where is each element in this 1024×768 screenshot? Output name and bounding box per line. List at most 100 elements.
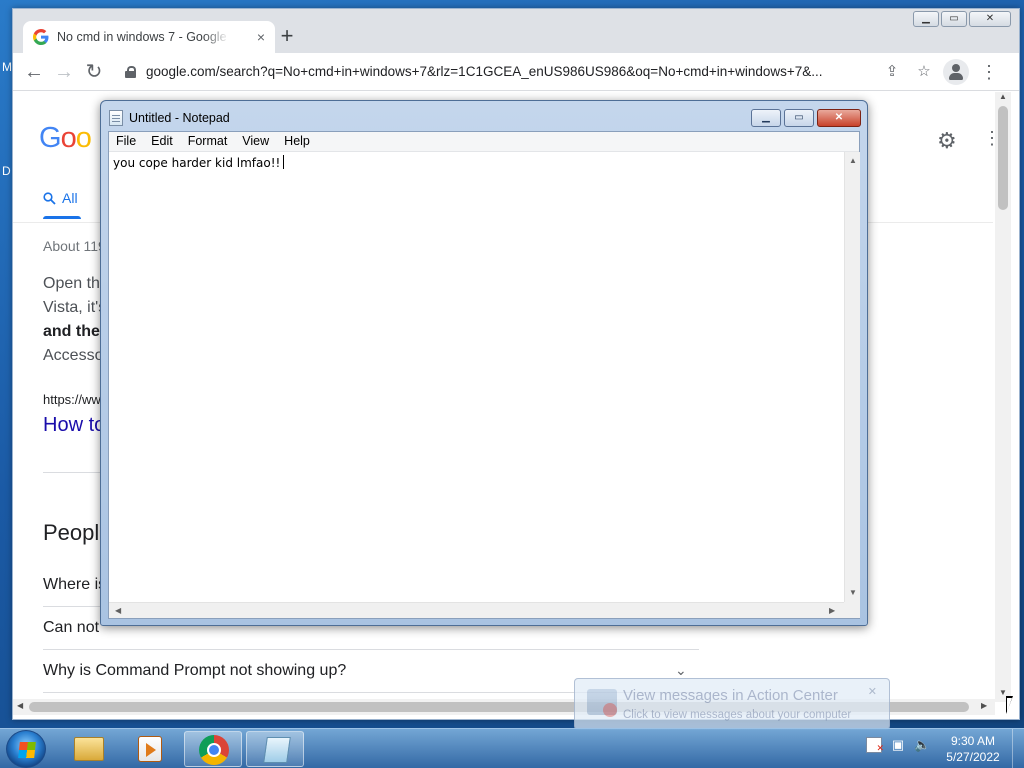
scroll-right-arrow-icon[interactable]: ▶ <box>981 701 987 710</box>
active-tab-indicator <box>43 216 81 219</box>
notepad-text-area[interactable]: you cope harder kid lmfao!! <box>109 152 844 602</box>
menu-edit[interactable]: Edit <box>144 132 181 151</box>
clock-date: 5/27/2022 <box>946 750 1000 764</box>
notepad-app-icon[interactable] <box>109 110 123 126</box>
settings-gear-icon[interactable]: ⚙ <box>937 128 957 154</box>
taskbar-explorer[interactable] <box>60 731 118 767</box>
action-center-flag-icon[interactable] <box>866 737 884 756</box>
notepad-text: you cope harder kid lmfao!! <box>113 156 281 170</box>
google-apps-icon[interactable]: ⋮ <box>983 128 993 149</box>
notepad-window[interactable]: Untitled - Notepad ▁ ▭ ✕ File Edit Forma… <box>100 100 868 626</box>
snippet-line: Accesso <box>43 347 104 364</box>
snippet-bold-line: and ther <box>43 323 107 340</box>
desktop-icon-label[interactable]: D <box>2 164 11 178</box>
chevron-down-icon[interactable]: ⌄ <box>675 662 687 679</box>
menu-format[interactable]: Format <box>181 132 236 151</box>
notepad-vertical-scrollbar[interactable]: ▲ ▼ <box>844 152 860 602</box>
page-vertical-scrollbar[interactable]: ▲ ▼ <box>995 92 1011 702</box>
logo-letter: G <box>39 122 62 154</box>
volume-icon[interactable]: 🔈 <box>914 737 930 753</box>
tab-title: No cmd in windows 7 - Google Search <box>57 30 229 44</box>
back-button[interactable]: ← <box>19 57 49 87</box>
notepad-title: Untitled - Notepad <box>129 111 230 125</box>
taskbar-media-player[interactable] <box>120 731 178 767</box>
minimize-button[interactable]: ▁ <box>913 11 939 27</box>
system-tray: ▣ 🔈 <box>866 737 930 756</box>
logo-letter: o <box>75 122 92 154</box>
paa-question[interactable]: Why is Command Prompt not showing up? <box>43 662 346 680</box>
paa-question[interactable]: Where is <box>43 576 106 594</box>
snippet-line: Vista, it's <box>43 299 107 316</box>
logo-letter: o <box>60 122 77 154</box>
address-bar[interactable]: google.com/search?q=No+cmd+in+windows+7&… <box>115 56 875 87</box>
warning-badge-icon <box>603 703 617 717</box>
paa-question[interactable]: Can not <box>43 619 99 637</box>
chrome-window-controls: ▁ ▭ ✕ <box>913 11 1011 27</box>
featured-snippet: Open th Vista, it's and ther Accesso <box>43 272 106 368</box>
chrome-menu-icon[interactable]: ⋮ <box>979 59 999 85</box>
reload-button[interactable]: ↻ <box>79 57 109 87</box>
profile-avatar-icon[interactable] <box>943 58 969 85</box>
chrome-tab-strip: No cmd in windows 7 - Google Search × + … <box>13 9 1019 53</box>
notepad-menubar: File Edit Format View Help <box>109 132 859 152</box>
browser-toolbar: ← → ↻ google.com/search?q=No+cmd+in+wind… <box>13 53 1019 91</box>
clock[interactable]: 9:30 AM 5/27/2022 <box>938 733 1008 765</box>
maximize-button[interactable]: ▭ <box>784 109 814 127</box>
show-desktop-button[interactable] <box>1012 729 1024 768</box>
browser-tab[interactable]: No cmd in windows 7 - Google Search × <box>23 21 275 53</box>
snippet-line: Open th <box>43 275 100 292</box>
toast-close-icon[interactable]: ✕ <box>868 685 877 698</box>
scroll-left-arrow-icon[interactable]: ◀ <box>115 606 121 615</box>
desktop-icon-label[interactable]: M <box>2 60 12 74</box>
menu-help[interactable]: Help <box>277 132 318 151</box>
taskbar-notepad[interactable] <box>246 731 304 767</box>
lock-icon[interactable] <box>125 65 136 78</box>
text-caret <box>283 155 285 169</box>
menu-file[interactable]: File <box>109 132 144 151</box>
tab-all[interactable]: All <box>43 190 78 206</box>
result-url[interactable]: https://ww <box>43 392 101 407</box>
scroll-left-arrow-icon[interactable]: ◀ <box>17 701 23 710</box>
clock-time: 9:30 AM <box>950 734 996 748</box>
share-icon[interactable]: ⇪ <box>881 61 903 83</box>
notepad-client-area: File Edit Format View Help you cope hard… <box>108 131 860 619</box>
close-button[interactable]: ✕ <box>817 109 861 127</box>
tab-all-label: All <box>62 190 78 206</box>
close-button[interactable]: ✕ <box>969 11 1011 27</box>
network-icon[interactable]: ▣ <box>890 737 906 753</box>
scroll-up-arrow-icon[interactable]: ▲ <box>849 156 857 165</box>
maximize-button[interactable]: ▭ <box>941 11 967 27</box>
scroll-right-arrow-icon[interactable]: ▶ <box>829 606 835 615</box>
notepad-titlebar[interactable]: Untitled - Notepad <box>109 110 230 126</box>
taskbar: ▣ 🔈 9:30 AM 5/27/2022 <box>0 728 1024 768</box>
scrollbar-thumb[interactable] <box>998 106 1008 210</box>
toast-title: View messages in Action Center <box>623 687 838 704</box>
tab-close-icon[interactable]: × <box>257 29 265 45</box>
bookmark-star-icon[interactable]: ☆ <box>913 61 935 83</box>
google-logo[interactable]: Goo <box>39 122 92 155</box>
result-stats: About 119 <box>43 238 106 254</box>
result-title-link[interactable]: How to <box>43 414 105 437</box>
menu-view[interactable]: View <box>235 132 277 151</box>
scroll-up-arrow-icon[interactable]: ▲ <box>995 92 1011 104</box>
toast-subtitle: Click to view messages about your comput… <box>623 709 852 721</box>
divider <box>43 649 699 650</box>
taskbar-chrome[interactable] <box>184 731 242 767</box>
new-tab-button[interactable]: + <box>275 25 299 49</box>
notepad-window-controls: ▁ ▭ ✕ <box>751 109 861 127</box>
url-text[interactable]: google.com/search?q=No+cmd+in+windows+7&… <box>146 64 846 79</box>
chrome-icon <box>199 735 229 765</box>
start-button[interactable] <box>6 730 46 768</box>
media-player-icon <box>138 736 162 762</box>
mouse-cursor-icon <box>1006 696 1013 714</box>
forward-button[interactable]: → <box>49 57 79 87</box>
resize-grip-icon[interactable] <box>844 602 860 618</box>
action-center-toast[interactable]: View messages in Action Center Click to … <box>574 678 890 730</box>
google-favicon-icon <box>33 29 49 45</box>
folder-icon <box>74 737 104 761</box>
notepad-horizontal-scrollbar[interactable]: ◀ ▶ <box>109 602 844 618</box>
search-icon <box>43 191 56 205</box>
omnibox-actions: ⇪ ☆ <box>881 61 935 83</box>
minimize-button[interactable]: ▁ <box>751 109 781 127</box>
scroll-down-arrow-icon[interactable]: ▼ <box>849 588 857 597</box>
